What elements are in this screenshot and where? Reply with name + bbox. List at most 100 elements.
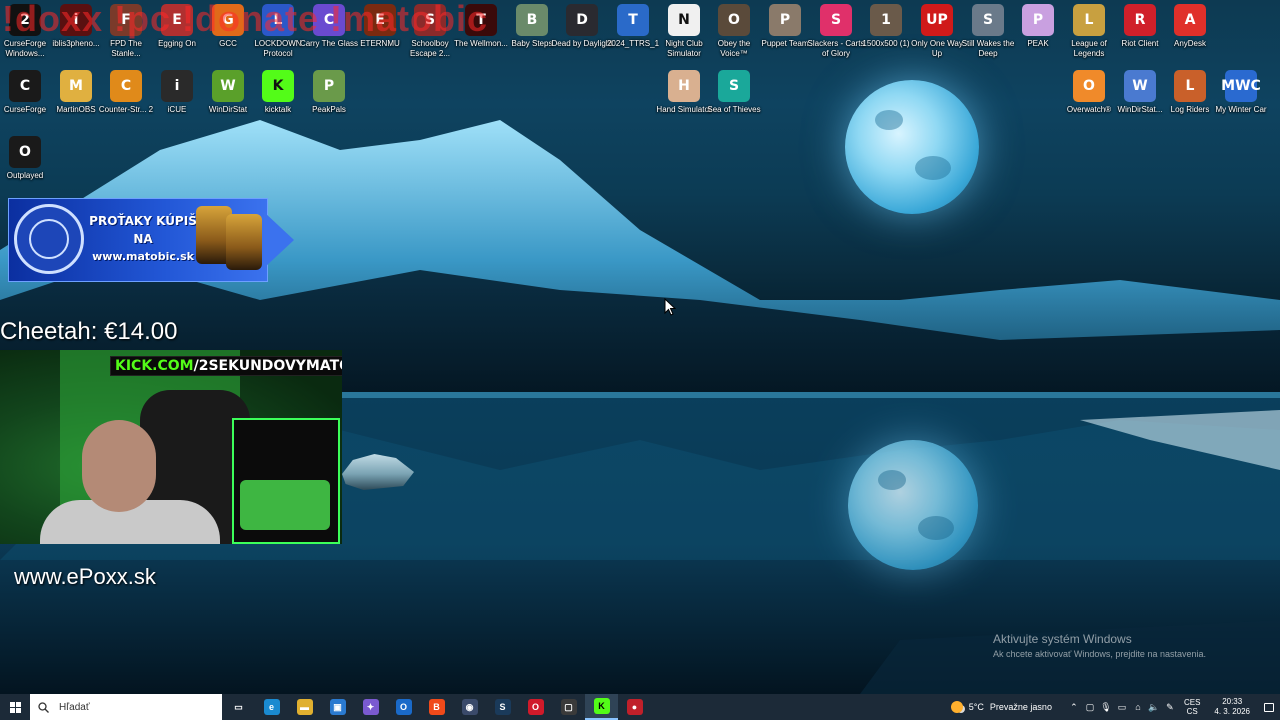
desktop-icon-egging-on[interactable]: E Egging On [152,4,202,49]
tray-app-icon[interactable]: ▢ [1082,694,1098,720]
anydesk-icon: A [1174,4,1206,36]
desktop-icon-counter-str-2[interactable]: C Counter-Str... 2 [99,70,153,115]
desktop-icon-overwatch[interactable]: O Overwatch® [1064,70,1114,115]
desktop-icon-league-of-legends[interactable]: L League of Legends [1064,4,1114,59]
webcam-person-head [82,420,156,512]
chevron-up-icon[interactable]: ⌃ [1066,694,1082,720]
desktop-icon-dead-by-daylight[interactable]: D Dead by Daylight [552,4,612,49]
desktop-icon-icue[interactable]: i iCUE [152,70,202,115]
desktop-icon-peak[interactable]: P PEAK [1013,4,1063,49]
sea-of-thieves-icon: S [718,70,750,102]
still-wakes-the-deep-icon: S [972,4,1004,36]
desktop-icon-lockdown-protocol[interactable]: L LOCKDOWN Protocol [253,4,303,59]
store-icon: ▣ [329,699,346,715]
1500x500-1-icon: 1 [870,4,902,36]
desktop-icon-baby-steps[interactable]: B Baby Steps [507,4,557,49]
promo-line-1: PROŤAKY KÚPIŠ [89,214,197,228]
desktop-icon-puppet-team[interactable]: P Puppet Team [760,4,810,49]
desktop-icon-peakpals[interactable]: P PeakPals [304,70,354,115]
volume-icon[interactable]: 🔈 [1146,694,1162,720]
iblis3pheno-icon: i [60,4,92,36]
desktop-icon-label: My Winter Car [1215,105,1267,114]
outlook-icon: O [395,699,412,715]
microphone-icon[interactable]: 🎙 [1098,694,1114,720]
taskbar-outlook-button[interactable]: O [387,694,420,720]
desktop-icon-fpd-the-stanle[interactable]: F FPD The Stanle... [101,4,151,59]
kick-channel-label: KICK.COM/2SEKUNDOVYMATO [110,356,342,376]
taskbar-brave-button[interactable]: B [420,694,453,720]
desktop-icon-obey-the-voice[interactable]: O Obey the Voice™ [709,4,759,59]
desktop-icon-1500x500-1[interactable]: 1 1500x500 (1) [861,4,911,49]
taskbar-record-button[interactable]: ● [618,694,651,720]
taskbar-search-box[interactable]: Hľadať [30,694,222,720]
webcam-feed: KICK.COM/2SEKUNDOVYMATO [0,350,342,544]
promo-seal-logo [14,204,84,274]
activation-subtitle: Ak chcete aktivovať Windows, prejdite na… [993,649,1206,659]
counter-str-2-icon: C [110,70,142,102]
notification-center-icon[interactable] [1258,694,1280,720]
desktop-icon-label: PeakPals [312,105,346,114]
pen-icon[interactable]: ✎ [1162,694,1178,720]
desktop-icon-only-one-way-up[interactable]: UP Only One Way Up [911,4,963,59]
desktop-icon-hand-simulator[interactable]: H Hand Simulator [656,70,712,115]
kick-icon: K [593,698,610,714]
taskbar-file-explorer-button[interactable]: ▬ [288,694,321,720]
desktop-icon-my-winter-car[interactable]: MWC My Winter Car [1215,70,1267,115]
taskbar-capture-button[interactable]: ▢ [552,694,585,720]
desktop-icon-schoolboy-escape-2[interactable]: S Schoolboy Escape 2... [405,4,455,59]
mouse-cursor-icon [664,298,676,316]
desktop-icon-carry-the-glass[interactable]: C Carry The Glass [300,4,358,49]
desktop-icon-grid: 2 CurseForge Windows... i iblis3pheno... F FP… [0,0,1280,690]
desktop-icon-iblis3pheno[interactable]: i iblis3pheno... [51,4,101,49]
desktop-icon-sea-of-thieves[interactable]: S Sea of Thieves [707,70,761,115]
desktop-icon-curseforge-windows[interactable]: 2 CurseForge Windows... [0,4,50,59]
taskbar-store-button[interactable]: ▣ [321,694,354,720]
taskbar-opera-button[interactable]: O [519,694,552,720]
copilot-icon: ✦ [362,699,379,715]
desktop-icon-still-wakes-the-deep[interactable]: S Still Wakes the Deep [962,4,1014,59]
desktop-icon-windirstat[interactable]: W WinDirStat [203,70,253,115]
taskbar-clock[interactable]: 20:33 4. 3. 2026 [1214,697,1250,717]
desktop-icon-kicktalk[interactable]: Kkicktalk [253,70,303,115]
desktop-icon-windirstat[interactable]: W WinDirStat... [1115,70,1165,115]
language-indicator[interactable]: CES CS [1184,698,1200,716]
taskbar-obs-button[interactable]: ◉ [453,694,486,720]
curseforge-icon: C [9,70,41,102]
desktop-icon-gcc[interactable]: G GCC [203,4,253,49]
taskbar-edge-button[interactable]: e [255,694,288,720]
edge-icon: e [263,699,280,715]
desktop-icon-riot-client[interactable]: R Riot Client [1115,4,1165,49]
network-icon[interactable]: ⌂ [1130,694,1146,720]
desktop-icon-curseforge[interactable]: C CurseForge [0,70,50,115]
activation-title: Aktivujte systém Windows [993,632,1132,646]
taskbar-task-view-button[interactable]: ▭ [222,694,255,720]
curseforge-windows-icon: 2 [9,4,41,36]
desktop-icon-the-wellmon[interactable]: T The Wellmon... [454,4,508,49]
desktop-icon-label: Outplayed [6,171,44,180]
desktop-icon-anydesk[interactable]: A AnyDesk [1165,4,1215,49]
task-view-icon: ▭ [234,701,243,712]
desktop-icon-log-riders[interactable]: L Log Riders [1165,70,1215,115]
desktop-icon-eternmu[interactable]: E ETERNMU [355,4,405,49]
desktop-icon-night-club-simulator[interactable]: N Night Club Simulator [659,4,709,59]
weather-sun-icon [950,701,963,713]
capture-icon: ▢ [560,699,577,715]
desktop-icon-outplayed[interactable]: O Outplayed [0,136,50,181]
desktop-icon-martinobs[interactable]: M MartinOBS [51,70,101,115]
slackers-carts-of-glory-icon: S [820,4,852,36]
webcam-pc-glow [240,480,330,530]
desktop-icon-2024-ttrs-1[interactable]: T 2024_TTRS_1 [607,4,659,49]
desktop-icon-label: AnyDesk [1173,39,1206,48]
my-winter-car-icon: MWC [1221,70,1261,102]
desktop-icon-slackers-carts-of-glory[interactable]: S Slackers - Carts of Glory [808,4,864,59]
display-icon[interactable]: ▭ [1114,694,1130,720]
kicktalk-icon: K [262,70,294,102]
start-button[interactable] [0,694,30,720]
gcc-icon: G [212,4,244,36]
dead-by-daylight-icon: D [566,4,598,36]
taskbar-copilot-button[interactable]: ✦ [354,694,387,720]
taskbar-steam-button[interactable]: S [486,694,519,720]
weather-widget[interactable]: 5°C Prevažne jasno [950,701,1052,713]
promo-product-jar [226,214,262,270]
taskbar-kick-button[interactable]: K [585,694,618,720]
